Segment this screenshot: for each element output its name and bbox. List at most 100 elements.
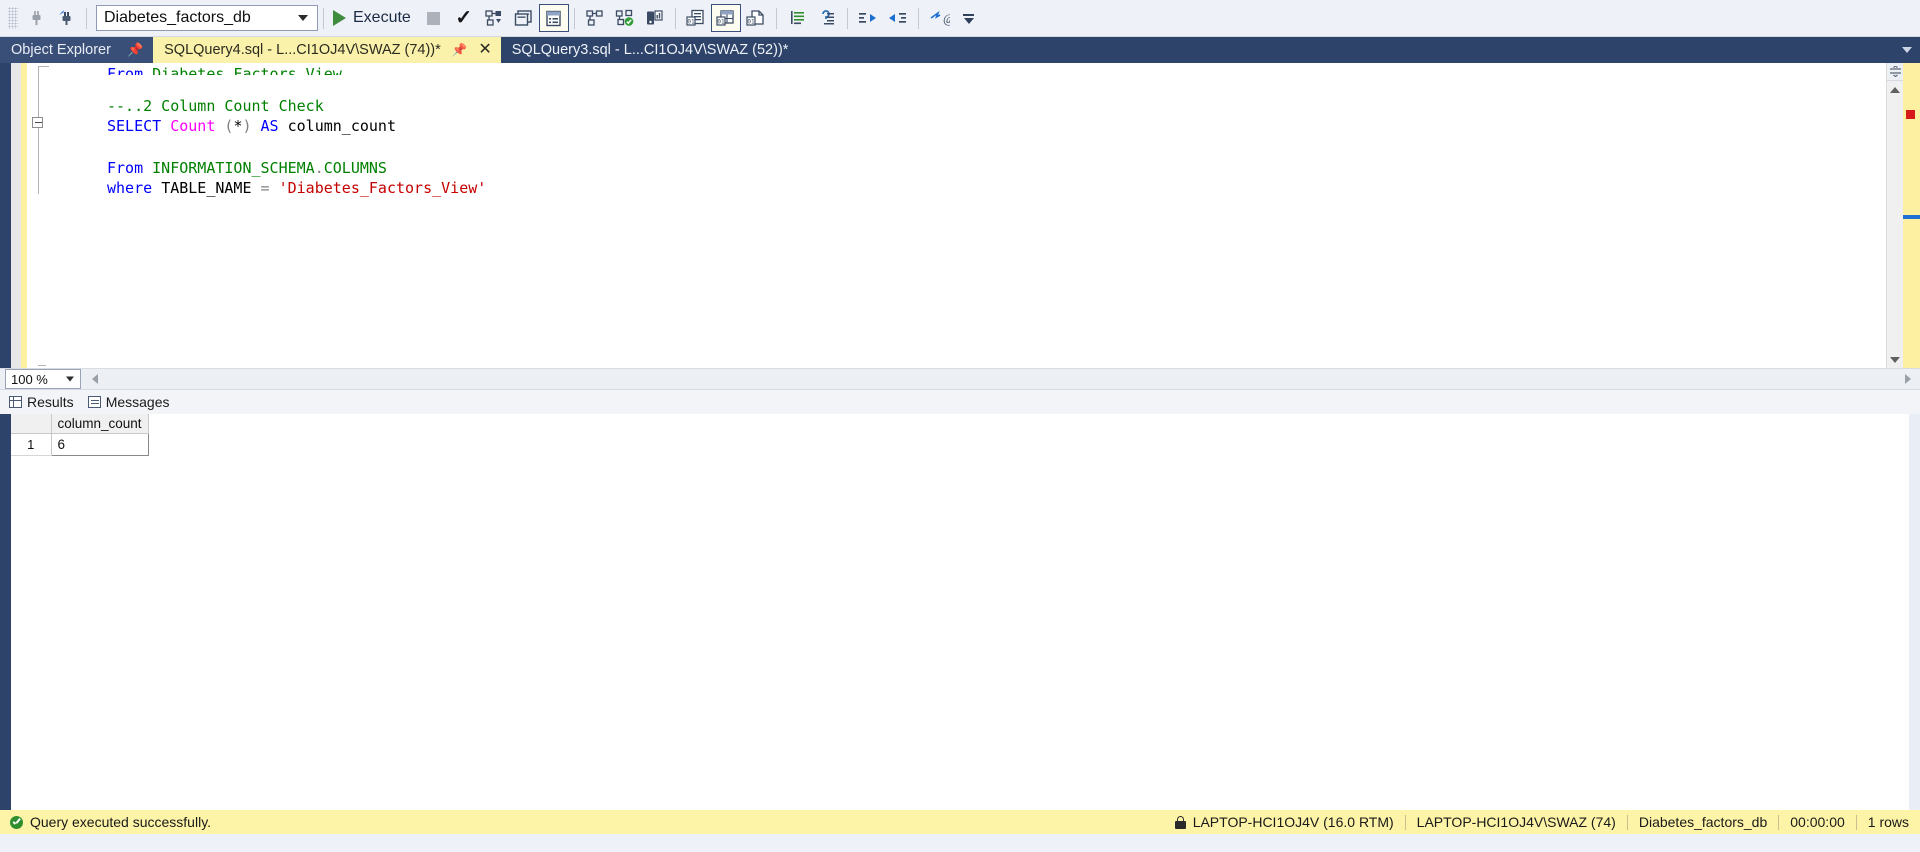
execute-icon [333, 10, 346, 26]
pin-icon[interactable]: 📌 [452, 43, 468, 58]
connect-object-explorer-icon[interactable] [51, 4, 81, 32]
database-dropdown-value: Diabetes_factors_db [104, 9, 251, 26]
svg-text:01: 01 [748, 19, 756, 26]
object-explorer-tab[interactable]: Object Explorer 📌 [0, 37, 154, 63]
table-row[interactable]: 1 6 [11, 433, 149, 456]
toolbar-separator [846, 7, 848, 29]
editor-vertical-scrollbar[interactable] [1886, 63, 1903, 368]
collapse-region-toggle[interactable] [32, 117, 43, 128]
editor-zoom-bar: 100 % [0, 368, 1920, 390]
code-line: where TABLE_NAME = 'Diabetes_Factors_Vie… [107, 179, 487, 198]
editor-selection-margin [11, 63, 21, 368]
results-grid[interactable]: column_count 1 6 [0, 414, 1920, 810]
results-to-grid-toggle-button[interactable] [538, 4, 569, 32]
results-to-grid-button[interactable]: 01 [710, 4, 741, 32]
status-server: LAPTOP-HCI1OJ4V (16.0 RTM) [1164, 810, 1405, 834]
editor-horizontal-scrollbar[interactable] [87, 370, 1919, 388]
scroll-down-button[interactable] [1887, 351, 1903, 368]
status-database: Diabetes_factors_db [1628, 810, 1778, 834]
display-estimated-execution-plan-button[interactable] [479, 4, 509, 32]
results-pane-tabs: Results Messages [0, 390, 1920, 414]
tab-messages-label: Messages [105, 394, 170, 410]
sql-editor: From Diabetes_Factors_View --..2 Column … [0, 63, 1920, 368]
code-line: --..2 Column Count Check [107, 96, 324, 115]
chevron-down-icon [298, 15, 308, 21]
status-row-count: 1 rows [1857, 810, 1920, 834]
document-tab-label: SQLQuery4.sql - L...CI1OJ4V\SWAZ (74))* [164, 42, 441, 58]
connect-icon[interactable] [21, 4, 51, 32]
close-icon[interactable]: ✕ [478, 42, 491, 58]
status-elapsed-time: 00:00:00 [1779, 810, 1856, 834]
execute-button[interactable]: Execute [329, 4, 419, 32]
specify-template-parameters-button[interactable]: @ [924, 4, 954, 32]
status-rows-label: 1 rows [1867, 814, 1909, 830]
include-actual-execution-plan-button[interactable] [610, 4, 640, 32]
tab-results[interactable]: Results [9, 394, 74, 410]
svg-text:01: 01 [688, 19, 696, 26]
parse-query-button[interactable]: ✓ [449, 4, 479, 32]
scroll-right-icon[interactable] [1905, 374, 1911, 384]
error-marker[interactable] [1906, 110, 1915, 119]
grid-corner-header[interactable] [11, 414, 52, 434]
pin-icon[interactable]: 📌 [127, 42, 143, 58]
window-bottom-edge [0, 834, 1920, 852]
editor-outlining-margin[interactable] [27, 63, 51, 368]
intellisense-enabled-button[interactable] [580, 4, 610, 32]
status-message: Query executed successfully. [0, 814, 211, 830]
include-client-statistics-button[interactable] [640, 4, 670, 32]
results-to-file-button[interactable]: 01 [741, 4, 771, 32]
split-view-handle[interactable] [1887, 63, 1903, 81]
code-line: From Diabetes_Factors_View [107, 65, 342, 75]
column-header[interactable]: column_count [51, 414, 149, 434]
status-database-label: Diabetes_factors_db [1638, 814, 1768, 830]
document-tab-strip: Object Explorer 📌 SQLQuery4.sql - L...CI… [0, 37, 1920, 63]
caret-position-marker[interactable] [1903, 215, 1920, 219]
tab-overflow-chevron-icon[interactable] [1902, 47, 1912, 53]
grid-cell[interactable]: 6 [50, 433, 149, 456]
status-message-label: Query executed successfully. [30, 814, 212, 830]
code-line: SELECT Count (*) AS column_count [107, 117, 396, 136]
status-elapsed-label: 00:00:00 [1790, 814, 1845, 830]
scroll-up-button[interactable] [1887, 81, 1903, 98]
decrease-indent-button[interactable] [853, 4, 883, 32]
toolbar-separator [86, 7, 87, 29]
increase-indent-button[interactable] [883, 4, 913, 32]
parse-check-icon: ✓ [455, 7, 473, 29]
table-header-row: column_count [11, 414, 149, 434]
zoom-level-dropdown[interactable]: 100 % [5, 369, 81, 389]
svg-text:@: @ [943, 11, 950, 26]
scroll-left-icon[interactable] [92, 374, 98, 384]
toolbar-separator [573, 7, 575, 29]
status-user-label: LAPTOP-HCI1OJ4V\SWAZ (74) [1416, 814, 1616, 830]
stop-button[interactable] [419, 4, 449, 32]
document-tab-sqlquery3[interactable]: SQLQuery3.sql - L...CI1OJ4V\SWAZ (52))* [500, 37, 798, 63]
row-number[interactable]: 1 [11, 433, 52, 456]
zoom-level-value: 100 % [11, 371, 48, 387]
toolbar-overflow-button[interactable] [954, 4, 984, 32]
grid-icon [9, 396, 22, 408]
object-explorer-tab-label: Object Explorer [11, 42, 111, 58]
database-dropdown[interactable]: Diabetes_factors_db [96, 5, 318, 31]
success-check-icon [10, 815, 23, 829]
document-tab-label: SQLQuery3.sql - L...CI1OJ4V\SWAZ (52))* [511, 42, 789, 58]
editor-marker-margin[interactable] [1903, 63, 1920, 368]
svg-text:01: 01 [718, 19, 726, 26]
lock-icon [1174, 815, 1186, 829]
toolbar-separator [674, 7, 676, 29]
toolbar-grip-handle[interactable] [8, 7, 18, 29]
code-line: From INFORMATION_SCHEMA.COLUMNS [107, 158, 387, 177]
status-bar: Query executed successfully. LAPTOP-HCI1… [0, 810, 1920, 834]
results-to-text-button[interactable]: 01 [681, 4, 711, 32]
code-text-area[interactable]: From Diabetes_Factors_View --..2 Column … [51, 63, 1886, 368]
uncomment-lines-button[interactable] [812, 4, 842, 32]
chevron-down-icon [66, 376, 74, 382]
comment-lines-button[interactable] [782, 4, 812, 32]
toolbar-separator [323, 7, 324, 29]
query-options-button[interactable] [509, 4, 539, 32]
ssms-window: Diabetes_factors_db Execute ✓ 01 01 01 O… [0, 0, 1920, 852]
tab-messages[interactable]: Messages [87, 394, 170, 410]
document-tab-sqlquery4[interactable]: SQLQuery4.sql - L...CI1OJ4V\SWAZ (74))* … [153, 37, 501, 63]
toolbar-separator [775, 7, 777, 29]
